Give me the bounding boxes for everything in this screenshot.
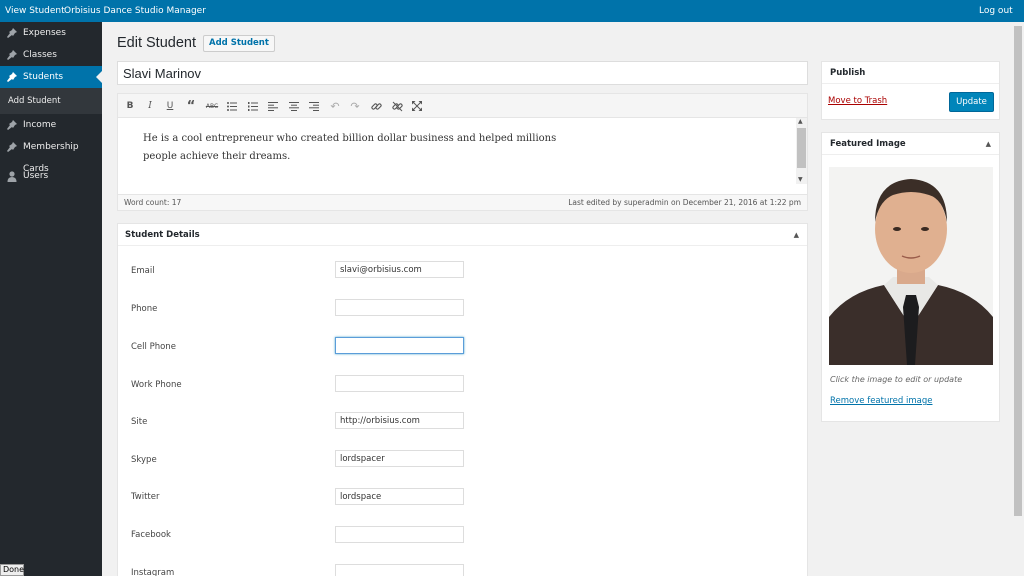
sidebar-item-membership-cards[interactable]: Membership Cards: [0, 136, 102, 174]
featured-image-note: Click the image to edit or update: [830, 375, 963, 384]
bold-icon[interactable]: B: [121, 97, 139, 115]
sidebar-item-label: Expenses: [23, 28, 66, 38]
sidebar-subitem-add-student[interactable]: Add Student: [0, 88, 102, 114]
sidebar-item-label: Income: [23, 120, 57, 130]
pin-icon: [6, 66, 18, 88]
editor-status-bar: Word count: 17 Last edited by superadmin…: [118, 194, 807, 210]
redo-icon[interactable]: ↷: [346, 97, 364, 115]
sidebar-item-label: Users: [23, 171, 49, 181]
fullscreen-icon[interactable]: [408, 97, 426, 115]
pin-icon: [6, 114, 18, 136]
strikethrough-icon[interactable]: ABC: [203, 97, 221, 115]
sidebar-item-label: Classes: [23, 50, 57, 60]
editor-toolbar: B I U “ ABC ↶ ↷: [118, 94, 807, 118]
site-name-link[interactable]: Orbisius Dance Studio Manager: [64, 0, 206, 22]
add-student-button[interactable]: Add Student: [203, 35, 275, 52]
featured-image-title: Featured Image: [830, 139, 906, 149]
publish-box: Publish Move to Trash Update: [821, 61, 1000, 120]
sidebar-item-label: Students: [23, 72, 64, 82]
italic-icon[interactable]: I: [141, 97, 159, 115]
twitter-field[interactable]: [335, 488, 464, 505]
work-phone-field[interactable]: [335, 375, 464, 392]
align-center-icon[interactable]: [285, 97, 303, 115]
site-field[interactable]: [335, 412, 464, 429]
word-count: Word count: 17: [124, 198, 182, 207]
site-label: Site: [131, 417, 148, 427]
page-scrollbar[interactable]: [1012, 22, 1024, 576]
collapse-arrow-icon[interactable]: ▲: [986, 133, 991, 155]
collapse-arrow-icon[interactable]: ▲: [794, 224, 799, 246]
link-icon[interactable]: [367, 97, 385, 115]
logout-link[interactable]: Log out: [979, 0, 1013, 22]
unlink-icon[interactable]: [388, 97, 406, 115]
page-title: Edit Student: [117, 35, 196, 51]
featured-image-header[interactable]: Featured Image ▲: [822, 133, 999, 155]
instagram-field[interactable]: [335, 564, 464, 576]
title-input[interactable]: [117, 61, 808, 85]
undo-icon[interactable]: ↶: [326, 97, 344, 115]
featured-image-box: Featured Image ▲ Click the image to edit…: [821, 132, 1000, 422]
sidebar-item-label: Add Student: [8, 96, 61, 106]
view-student-link[interactable]: View Student: [5, 0, 65, 22]
student-details-header[interactable]: Student Details ▲: [118, 224, 807, 246]
numbered-list-icon[interactable]: [244, 97, 262, 115]
skype-field[interactable]: [335, 450, 464, 467]
editor-scroll-thumb[interactable]: [797, 128, 806, 168]
content-editor: B I U “ ABC ↶ ↷ He is a cool entrepreneu…: [117, 93, 808, 211]
sidebar-item-expenses[interactable]: Expenses: [0, 22, 102, 44]
remove-featured-image-link[interactable]: Remove featured image: [830, 396, 932, 406]
email-label: Email: [131, 266, 155, 276]
update-button[interactable]: Update: [949, 92, 994, 112]
facebook-field[interactable]: [335, 526, 464, 543]
cell-phone-label: Cell Phone: [131, 342, 176, 352]
facebook-label: Facebook: [131, 530, 171, 540]
sidebar-item-classes[interactable]: Classes: [0, 44, 102, 66]
pin-icon: [6, 44, 18, 66]
editor-content-area[interactable]: He is a cool entrepreneur who created bi…: [118, 118, 807, 194]
align-right-icon[interactable]: [305, 97, 323, 115]
last-edited: Last edited by superadmin on December 21…: [568, 198, 801, 207]
skype-label: Skype: [131, 455, 157, 465]
phone-field[interactable]: [335, 299, 464, 316]
page-scroll-thumb[interactable]: [1014, 26, 1022, 516]
scroll-up-icon[interactable]: ▲: [798, 118, 803, 125]
user-icon: [6, 165, 18, 187]
featured-image-photo[interactable]: [829, 167, 993, 365]
scroll-down-icon[interactable]: ▼: [798, 176, 803, 183]
admin-sidebar: Expenses Classes Students Add Student In…: [0, 22, 102, 576]
sidebar-item-students[interactable]: Students: [0, 66, 102, 88]
work-phone-label: Work Phone: [131, 380, 182, 390]
student-details-box: Student Details ▲ Email Phone Cell Phone…: [117, 223, 808, 576]
bullet-list-icon[interactable]: [223, 97, 241, 115]
pin-icon: [6, 136, 18, 158]
phone-label: Phone: [131, 304, 158, 314]
status-bar: Done: [0, 564, 24, 576]
blockquote-icon[interactable]: “: [182, 97, 200, 115]
editor-text: He is a cool entrepreneur who created bi…: [143, 133, 557, 162]
admin-bar: View Student Orbisius Dance Studio Manag…: [0, 0, 1024, 22]
move-to-trash-link[interactable]: Move to Trash: [828, 96, 887, 106]
instagram-label: Instagram: [131, 568, 175, 576]
email-field[interactable]: [335, 261, 464, 278]
editor-scrollbar[interactable]: ▲ ▼: [796, 118, 807, 184]
pin-icon: [6, 22, 18, 44]
publish-header: Publish: [822, 62, 999, 84]
align-left-icon[interactable]: [264, 97, 282, 115]
sidebar-item-users[interactable]: Users: [0, 165, 102, 187]
twitter-label: Twitter: [131, 492, 160, 502]
sidebar-item-income[interactable]: Income: [0, 114, 102, 136]
underline-icon[interactable]: U: [161, 97, 179, 115]
publish-title: Publish: [830, 68, 866, 78]
cell-phone-field[interactable]: [335, 337, 464, 354]
student-details-title: Student Details: [125, 230, 200, 240]
